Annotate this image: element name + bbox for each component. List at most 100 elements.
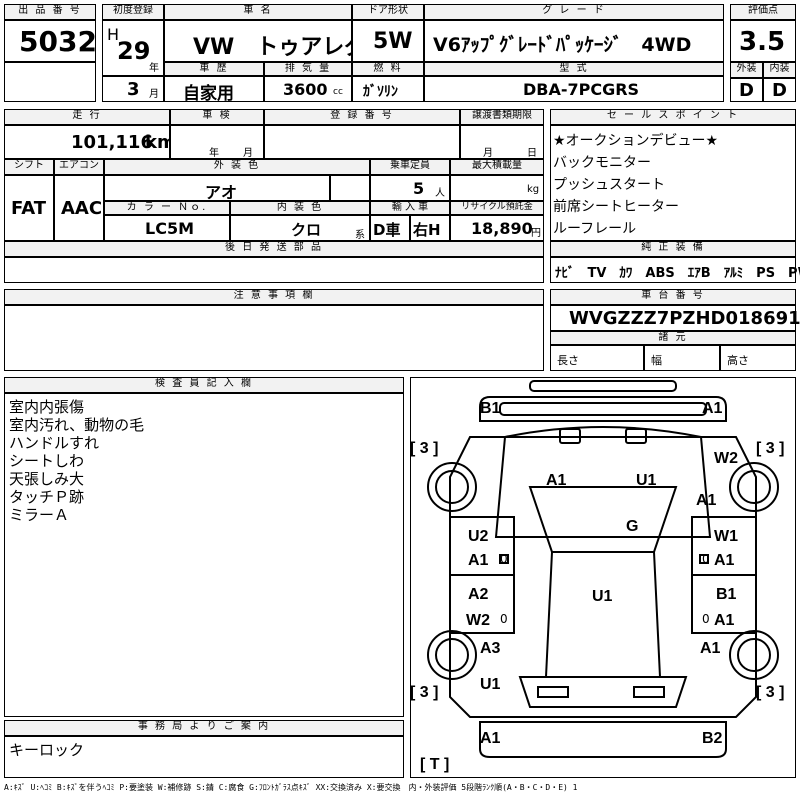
int-color-cell: クロ 系 (230, 215, 370, 241)
color-no-label: カ ラ ー Ｎｏ. (104, 201, 230, 215)
transfer-cell: 月 日 (460, 125, 544, 159)
later-parts-label: 後 日 発 送 部 品 (4, 241, 544, 257)
rear-glass (518, 676, 688, 708)
zero-mark-l: 0 (500, 552, 508, 566)
spec-length-cell: 長さ (550, 345, 644, 371)
transfer-day-unit: 日 (527, 148, 537, 159)
dmg-a1-door-r: A1 (714, 552, 735, 569)
lot-blank (4, 62, 96, 102)
first-reg-month-cell: 3 月 (102, 76, 164, 102)
inspection-year-unit: 年 (209, 148, 219, 159)
ext-score: D (739, 80, 754, 101)
import-value-2: 右H (413, 221, 441, 239)
car-name: VW トゥアレグ (193, 35, 367, 60)
dmg-a1-door-r2: A1 (714, 612, 735, 629)
spec-width-label: 幅 (651, 354, 662, 367)
dmg-w1-door: W1 (714, 528, 738, 545)
sales-point-item: ★オークションデビュー★ (553, 133, 719, 149)
dmg-a1-qtr: A1 (700, 640, 721, 657)
int-score: D (772, 80, 787, 101)
tire-spare: [ T ] (420, 756, 450, 773)
sales-points-label: セ ー ル ス ポ イ ン ト (550, 109, 796, 125)
max-load-label: 最大積載量 (450, 159, 544, 175)
body-outline (449, 436, 757, 718)
int-color-label: 内 装 色 (230, 201, 370, 215)
hood-panel (494, 426, 712, 538)
shift-value: FAT (11, 198, 47, 219)
sales-point-item: 前席シートヒーター (553, 199, 679, 215)
import-cell-1: D車 (370, 215, 410, 241)
door-cell: 5W (352, 20, 424, 62)
ext-color-blank (330, 175, 370, 201)
tire-rr-value: 3 (765, 684, 775, 701)
front-bumper-strip (529, 380, 677, 392)
tire-spare-value: T (429, 756, 440, 773)
sales-point-item: バックモニター (553, 155, 651, 171)
ext-color-cell: アオ (104, 175, 330, 202)
chassis-cell: WVGZZZ7PZHD018691 (550, 305, 800, 331)
import-cell-2: 右H (410, 215, 450, 241)
dmg-a1-fender: A1 (696, 492, 717, 509)
displacement-value: 3600 (283, 80, 328, 99)
transfer-label: 譲渡書類期限 (460, 109, 544, 125)
ext-score-cell: D (730, 78, 763, 102)
grade-cell: V6ｱｯﾌﾟｸﾞﾚｰﾄﾞﾊﾟｯｹｰｼﾞ 4WD (424, 20, 724, 62)
first-reg-month: 3 (127, 79, 140, 100)
fuel-label: 燃 料 (352, 62, 424, 76)
zero-mark-r2: 0 (702, 612, 710, 626)
max-load-unit: kg (527, 184, 540, 195)
shift-label: シフト (4, 159, 54, 175)
aircon-label: エアコン (54, 159, 104, 175)
import-label: 輸 入 車 (370, 201, 450, 215)
ext-label: 外装 (730, 62, 763, 78)
zero-mark-r: 0 (702, 552, 710, 566)
dmg-rear-left: A1 (480, 730, 501, 747)
fuel-cell: ｶﾞｿﾘﾝ (352, 76, 424, 102)
tire-fl: [ 3 ] (410, 440, 439, 457)
chassis-label: 車 台 番 号 (550, 289, 796, 305)
car-name-label: 車 名 (164, 4, 352, 20)
aircon-cell: AAC (54, 175, 104, 241)
history-value: 自家用 (183, 84, 234, 104)
inspector-cell: 室内内張傷 室内汚れ、動物の毛 ハンドルすれ シートしわ 天張しみ大 タッチＰ跡… (4, 393, 404, 717)
dmg-a3-qtr: A3 (480, 640, 501, 657)
recycle-label: リサイクル預託金 (450, 201, 544, 215)
spec-width-cell: 幅 (644, 345, 720, 371)
office-value: キーロック (9, 741, 85, 759)
ext-color-label: 外 装 色 (104, 159, 370, 175)
dmg-front-right: A1 (702, 400, 723, 417)
dmg-g-glass: G (626, 518, 639, 535)
inspector-label: 検 査 員 記 入 欄 (4, 377, 404, 393)
capacity-unit: 人 (435, 188, 445, 199)
dmg-u1-roof: U1 (592, 588, 613, 605)
capacity-cell: 5 人 (370, 175, 450, 201)
inspection-label: 車 検 (170, 109, 264, 125)
score-value: 3.5 (739, 27, 786, 57)
year-unit: 年 (149, 63, 159, 74)
lot-number: 5032 (19, 25, 97, 58)
office-cell: キーロック (4, 736, 404, 778)
dmg-a1-hood: A1 (546, 472, 567, 489)
aircon-value: AAC (61, 198, 103, 219)
tire-fr: [ 3 ] (756, 440, 785, 457)
chassis-value: WVGZZZ7PZHD018691 (569, 308, 800, 329)
int-label: 内装 (763, 62, 796, 78)
rear-bumper (479, 721, 727, 758)
front-bumper (479, 396, 727, 422)
dmg-front-left: B1 (480, 400, 501, 417)
mileage-label: 走 行 (4, 109, 170, 125)
specs-label: 諸 元 (550, 331, 796, 345)
door-label: ドア形状 (352, 4, 424, 20)
grade-label: グ レ ー ド (424, 4, 724, 20)
door-value: 5W (373, 29, 413, 54)
caution-cell (4, 305, 544, 371)
caution-label: 注 意 事 項 欄 (4, 289, 544, 305)
dmg-a1-door-l: A1 (468, 552, 489, 569)
capacity-label: 乗車定員 (370, 159, 450, 175)
model-cell: DBA-7PCGRS (424, 76, 724, 102)
capacity-value: 5 (413, 179, 425, 198)
spec-height-label: 高さ (727, 354, 749, 367)
dmg-u2-door: U2 (468, 528, 489, 545)
sales-point-item: プッシュスタート (553, 177, 665, 193)
inspection-month-unit: 月 (243, 148, 253, 159)
